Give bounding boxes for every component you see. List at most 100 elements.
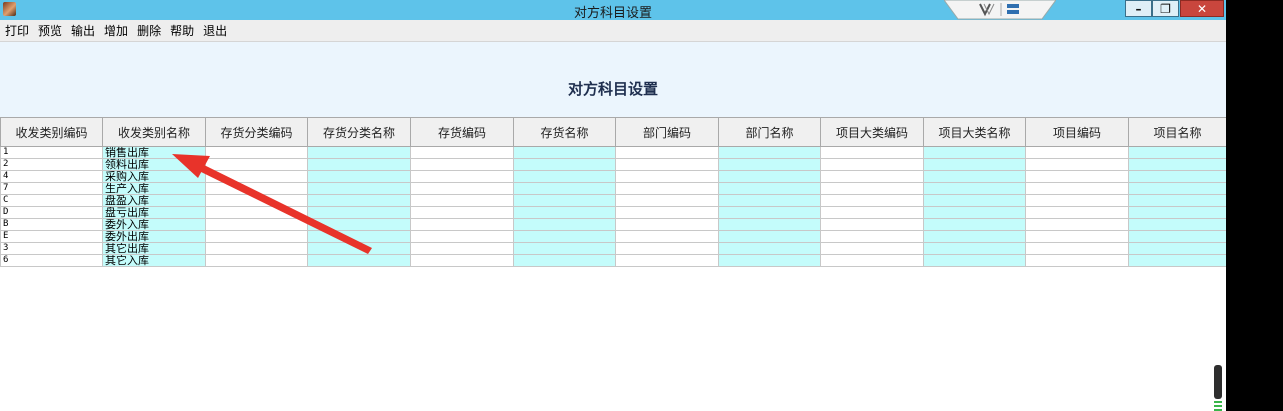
empty-cell[interactable] [205, 254, 308, 267]
category-name-cell[interactable]: 委外入库 [102, 218, 206, 231]
empty-cell[interactable] [718, 194, 821, 207]
empty-cell[interactable] [1025, 206, 1129, 219]
empty-cell[interactable] [923, 254, 1026, 267]
category-code-cell[interactable]: C [0, 194, 103, 207]
empty-cell[interactable] [513, 146, 616, 159]
empty-cell[interactable] [513, 158, 616, 171]
empty-cell[interactable] [1025, 254, 1129, 267]
empty-cell[interactable] [513, 230, 616, 243]
empty-cell[interactable] [923, 218, 1026, 231]
close-button[interactable]: ✕ [1180, 0, 1224, 17]
empty-cell[interactable] [307, 194, 411, 207]
empty-cell[interactable] [820, 170, 924, 183]
empty-cell[interactable] [1025, 158, 1129, 171]
category-code-cell[interactable]: 4 [0, 170, 103, 183]
column-header[interactable]: 存货分类编码 [205, 117, 308, 147]
empty-cell[interactable] [718, 158, 821, 171]
empty-cell[interactable] [718, 218, 821, 231]
column-header[interactable]: 存货编码 [410, 117, 514, 147]
empty-cell[interactable] [513, 182, 616, 195]
table-row[interactable]: 6 其它入库 [0, 254, 1227, 267]
category-name-cell[interactable]: 其它出库 [102, 242, 206, 255]
empty-cell[interactable] [1025, 218, 1129, 231]
empty-cell[interactable] [205, 218, 308, 231]
empty-cell[interactable] [1025, 170, 1129, 183]
category-code-cell[interactable]: 1 [0, 146, 103, 159]
empty-cell[interactable] [307, 170, 411, 183]
category-code-cell[interactable]: 7 [0, 182, 103, 195]
empty-cell[interactable] [718, 254, 821, 267]
empty-cell[interactable] [307, 206, 411, 219]
column-header[interactable]: 项目编码 [1025, 117, 1129, 147]
menu-delete[interactable]: 删除 [132, 22, 165, 39]
empty-cell[interactable] [513, 254, 616, 267]
column-header[interactable]: 部门名称 [718, 117, 821, 147]
menu-print[interactable]: 打印 [0, 22, 33, 39]
empty-cell[interactable] [923, 170, 1026, 183]
category-code-cell[interactable]: 2 [0, 158, 103, 171]
empty-cell[interactable] [718, 206, 821, 219]
empty-cell[interactable] [205, 230, 308, 243]
empty-cell[interactable] [615, 242, 719, 255]
column-header[interactable]: 项目大类编码 [820, 117, 924, 147]
menu-preview[interactable]: 预览 [33, 22, 66, 39]
empty-cell[interactable] [205, 206, 308, 219]
empty-cell[interactable] [410, 182, 514, 195]
empty-cell[interactable] [615, 206, 719, 219]
table-row[interactable]: 3 其它出库 [0, 242, 1227, 255]
empty-cell[interactable] [615, 218, 719, 231]
empty-cell[interactable] [1025, 194, 1129, 207]
category-name-cell[interactable]: 其它入库 [102, 254, 206, 267]
empty-cell[interactable] [718, 170, 821, 183]
empty-cell[interactable] [410, 146, 514, 159]
category-code-cell[interactable]: B [0, 218, 103, 231]
menu-exit[interactable]: 退出 [198, 22, 231, 39]
category-code-cell[interactable]: D [0, 206, 103, 219]
category-code-cell[interactable]: 6 [0, 254, 103, 267]
empty-cell[interactable] [513, 170, 616, 183]
empty-cell[interactable] [718, 230, 821, 243]
category-name-cell[interactable]: 盘盈入库 [102, 194, 206, 207]
empty-cell[interactable] [1025, 182, 1129, 195]
table-row[interactable]: C 盘盈入库 [0, 194, 1227, 207]
empty-cell[interactable] [205, 182, 308, 195]
column-header[interactable]: 存货名称 [513, 117, 616, 147]
empty-cell[interactable] [820, 242, 924, 255]
column-header[interactable]: 收发类别名称 [102, 117, 206, 147]
empty-cell[interactable] [1128, 230, 1227, 243]
column-header[interactable]: 项目大类名称 [923, 117, 1026, 147]
empty-cell[interactable] [205, 158, 308, 171]
empty-cell[interactable] [205, 194, 308, 207]
empty-cell[interactable] [1128, 206, 1227, 219]
empty-cell[interactable] [1128, 218, 1227, 231]
table-row[interactable]: B 委外入库 [0, 218, 1227, 231]
empty-cell[interactable] [820, 158, 924, 171]
empty-cell[interactable] [307, 182, 411, 195]
empty-cell[interactable] [205, 146, 308, 159]
empty-cell[interactable] [820, 206, 924, 219]
category-name-cell[interactable]: 采购入库 [102, 170, 206, 183]
empty-cell[interactable] [923, 158, 1026, 171]
empty-cell[interactable] [513, 194, 616, 207]
column-header[interactable]: 项目名称 [1128, 117, 1227, 147]
empty-cell[interactable] [205, 242, 308, 255]
empty-cell[interactable] [615, 194, 719, 207]
empty-cell[interactable] [513, 206, 616, 219]
empty-cell[interactable] [820, 182, 924, 195]
category-code-cell[interactable]: E [0, 230, 103, 243]
table-row[interactable]: E 委外出库 [0, 230, 1227, 243]
empty-cell[interactable] [718, 146, 821, 159]
table-row[interactable]: 7 生产入库 [0, 182, 1227, 195]
empty-cell[interactable] [307, 218, 411, 231]
empty-cell[interactable] [1128, 182, 1227, 195]
category-name-cell[interactable]: 销售出库 [102, 146, 206, 159]
empty-cell[interactable] [410, 194, 514, 207]
empty-cell[interactable] [718, 182, 821, 195]
empty-cell[interactable] [410, 170, 514, 183]
empty-cell[interactable] [615, 230, 719, 243]
minimize-button[interactable]: – [1125, 0, 1152, 17]
maximize-button[interactable]: ❐ [1152, 0, 1179, 17]
empty-cell[interactable] [820, 194, 924, 207]
empty-cell[interactable] [615, 182, 719, 195]
menu-export[interactable]: 输出 [66, 22, 99, 39]
